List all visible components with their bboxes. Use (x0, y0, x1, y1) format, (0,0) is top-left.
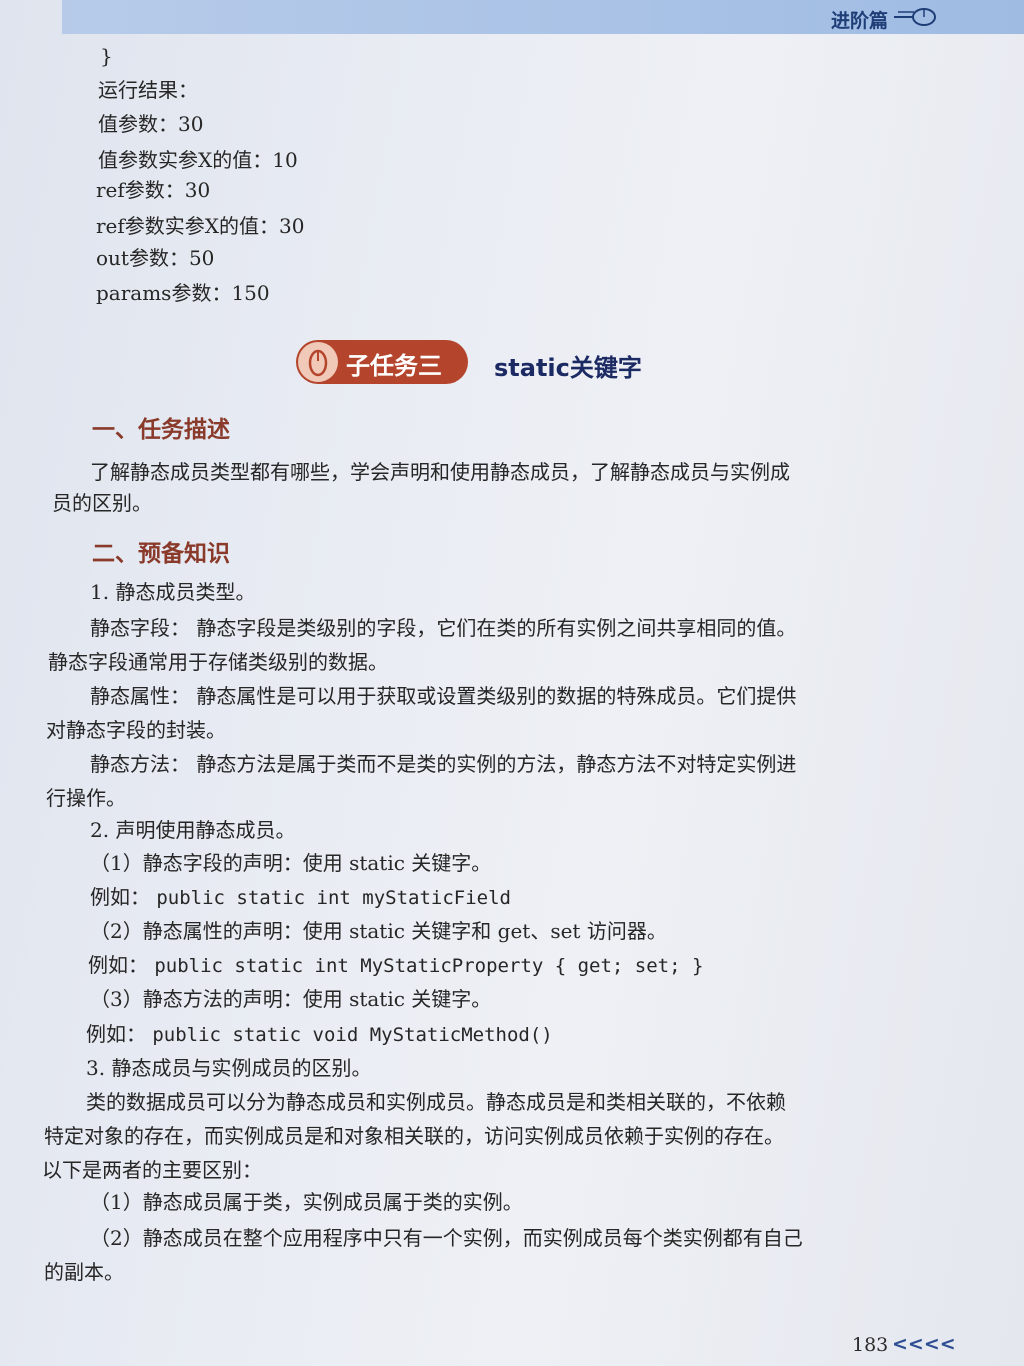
output-line: params参数：150 (96, 281, 270, 305)
paragraph-line: 类的数据成员可以分为静态成员和实例成员。静态成员是和类相关联的，不依赖 (86, 1090, 786, 1114)
mouse-icon (308, 349, 328, 377)
output-heading: 运行结果： (98, 78, 198, 102)
page-arrows-icon: <<<< (892, 1333, 956, 1355)
difference-line: 的副本。 (44, 1260, 124, 1284)
paragraph-line: 以下是两者的主要区别： (42, 1158, 262, 1182)
difference-line: （1）静态成员属于类，实例成员属于类的实例。 (90, 1190, 523, 1214)
difference-line: （2）静态成员在整个应用程序中只有一个实例，而实例成员每个类实例都有自己 (90, 1226, 803, 1250)
output-line: out参数：50 (96, 246, 215, 270)
subtask-title: static关键字 (494, 354, 642, 382)
point-title: 1. 静态成员类型。 (90, 580, 256, 604)
description-line: 了解静态成员类型都有哪些，学会声明和使用静态成员，了解静态成员与实例成 (90, 460, 790, 484)
closing-brace: } (100, 44, 113, 68)
output-line: ref参数：30 (96, 178, 211, 202)
section-title-description: 一、任务描述 (92, 417, 230, 443)
example-line: 例如： public static int myStaticField (90, 885, 511, 910)
paragraph-line: 静态属性： 静态属性是可以用于获取或设置类级别的数据的特殊成员。它们提供 (90, 684, 797, 708)
paragraph-line: 静态字段： 静态字段是类级别的字段，它们在类的所有实例之间共享相同的值。 (90, 616, 797, 640)
example-label: 例如： (88, 953, 148, 977)
code-snippet: public static int MyStaticProperty { get… (154, 955, 704, 977)
subtask-badge: 子任务三 (296, 340, 468, 384)
declaration-line: （1）静态字段的声明：使用 static 关键字。 (90, 851, 492, 875)
point-title: 2. 声明使用静态成员。 (90, 818, 296, 842)
badge-icon-circle (298, 342, 338, 382)
paragraph-line: 静态方法： 静态方法是属于类而不是类的实例的方法，静态方法不对特定实例进 (90, 752, 797, 776)
page-number: 183 (852, 1334, 889, 1356)
example-label: 例如： (86, 1022, 146, 1046)
declaration-line: （2）静态属性的声明：使用 static 关键字和 get、set 访问器。 (90, 919, 667, 943)
code-snippet: public static void MyStaticMethod() (152, 1024, 553, 1046)
output-line: 值参数实参X的值：10 (98, 148, 298, 172)
output-line: 值参数：30 (98, 112, 204, 136)
description-line: 员的区别。 (52, 491, 152, 515)
declaration-line: （3）静态方法的声明：使用 static 关键字。 (90, 987, 492, 1011)
paragraph-line: 行操作。 (46, 786, 126, 810)
section-title-knowledge: 二、预备知识 (92, 541, 230, 567)
paragraph-line: 静态字段通常用于存储类级别的数据。 (48, 650, 388, 674)
code-snippet: public static int myStaticField (156, 887, 511, 909)
example-line: 例如： public static int MyStaticProperty {… (88, 953, 703, 978)
example-line: 例如： public static void MyStaticMethod() (86, 1022, 553, 1047)
example-label: 例如： (90, 885, 150, 909)
subtask-badge-label: 子任务三 (346, 352, 442, 380)
mouse-icon (894, 8, 936, 26)
paragraph-line: 对静态字段的封装。 (46, 718, 226, 742)
output-line: ref参数实参X的值：30 (96, 214, 305, 238)
paragraph-line: 特定对象的存在，而实例成员是和对象相关联的，访问实例成员依赖于实例的存在。 (44, 1124, 784, 1148)
section-name: 进阶篇 (830, 10, 888, 32)
header-band: 进阶篇 (62, 0, 1024, 34)
point-title: 3. 静态成员与实例成员的区别。 (86, 1056, 372, 1080)
